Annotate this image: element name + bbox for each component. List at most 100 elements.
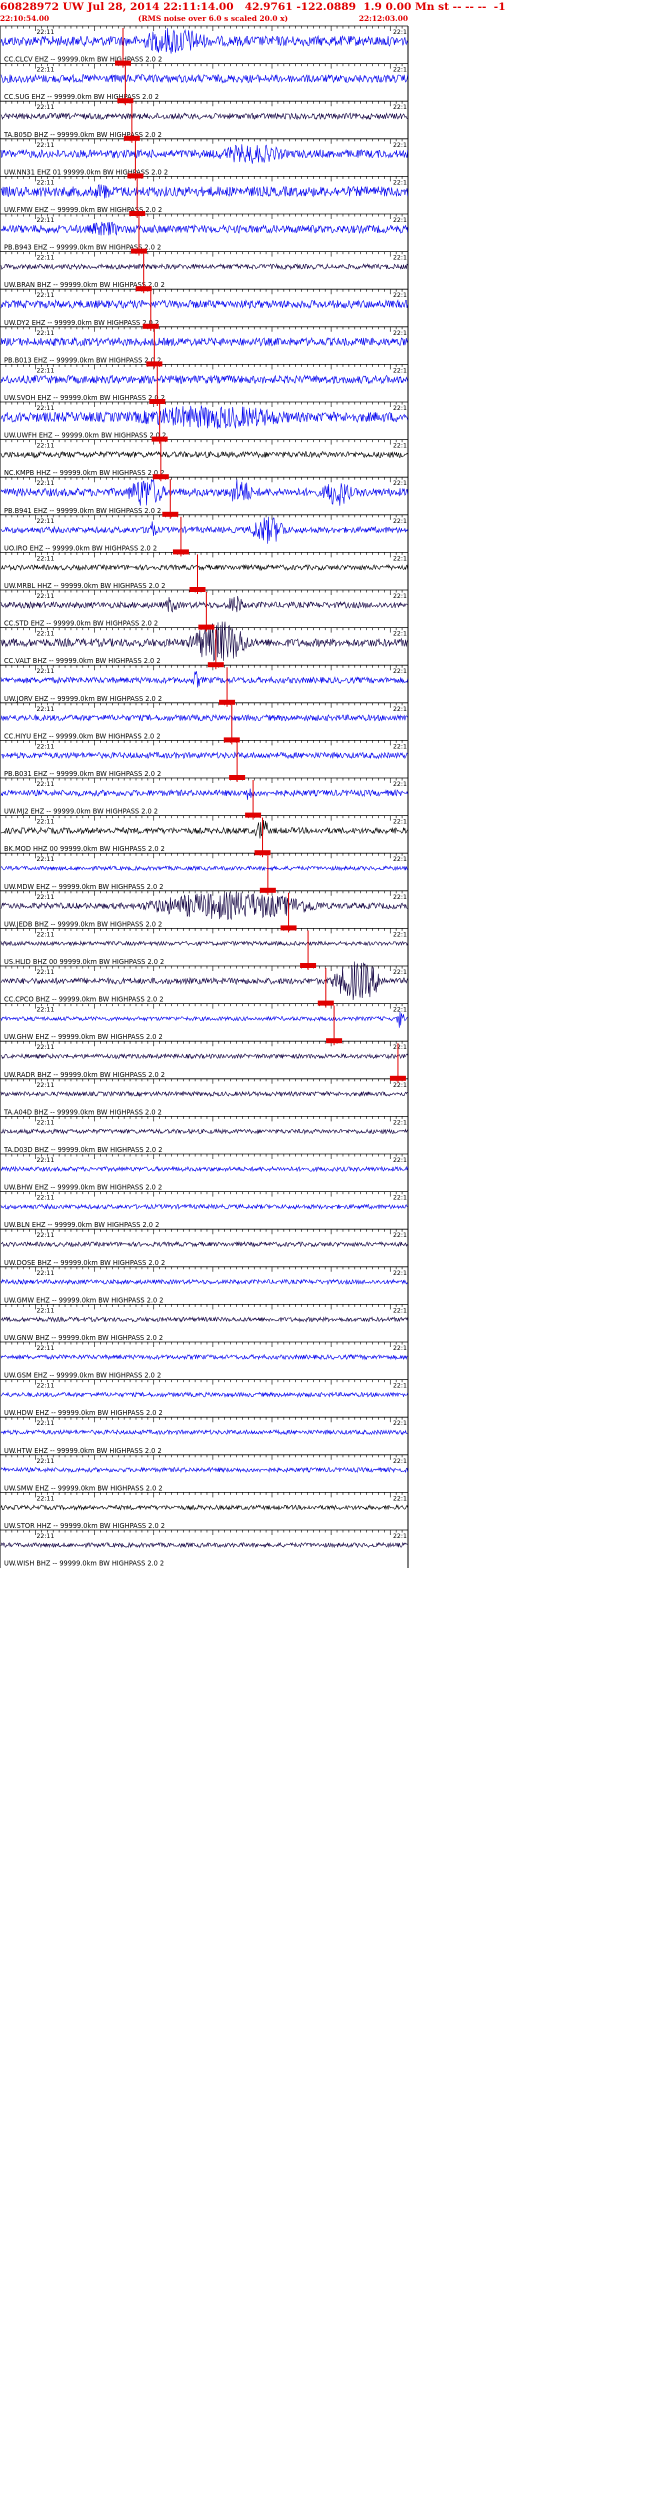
tick-label-right: 22:1 <box>393 1119 407 1126</box>
tick-label: 22:11 <box>36 1082 54 1089</box>
phase-pick-marker <box>189 587 206 592</box>
tick-label: 22:11 <box>36 706 54 713</box>
station-label: UW.GNW BHZ -- 99999.0km BW HIGHPASS 2.0 … <box>4 1334 163 1342</box>
station-label: CC.STD EHZ -- 99999.0km BW HIGHPASS 2.0 … <box>4 620 158 628</box>
waveform-trace <box>0 405 408 429</box>
waveform-trace <box>0 1429 408 1436</box>
tick-label-right: 22:1 <box>393 1270 407 1277</box>
station-label: US.HLID BHZ 00 99999.0km BW HIGHPASS 2.0… <box>4 958 164 966</box>
tick-label-right: 22:1 <box>393 179 407 186</box>
tick-label: 22:11 <box>36 255 54 262</box>
tick-label-right: 22:1 <box>393 1157 407 1164</box>
tick-label-right: 22:1 <box>393 292 407 299</box>
tick-label: 22:11 <box>36 179 54 186</box>
phase-pick-marker <box>152 474 169 480</box>
waveform-trace <box>0 1128 408 1135</box>
phase-pick-marker <box>198 624 215 630</box>
tick-label-right: 22:1 <box>393 1383 407 1390</box>
station-label: UW.GHW EHZ -- 99999.0km BW HIGHPASS 2.0 … <box>4 1033 163 1041</box>
station-label: UW.DOSE BHZ -- 99999.0km BW HIGHPASS 2.0… <box>4 1259 165 1267</box>
tick-label-right: 22:1 <box>393 1345 407 1352</box>
station-label: UW.SMW EHZ -- 99999.0km BW HIGHPASS 2.0 … <box>4 1484 163 1492</box>
waveform-trace <box>0 28 408 54</box>
tick-label: 22:11 <box>36 292 54 299</box>
tick-label: 22:11 <box>36 67 54 74</box>
station-label: NC.KMPB HHZ -- 99999.0km BW HIGHPASS 2.0… <box>4 469 164 477</box>
phase-pick-marker <box>142 323 159 329</box>
tick-label-right: 22:1 <box>393 1044 407 1051</box>
station-label: UW.BHW EHZ -- 99999.0km BW HIGHPASS 2.0 … <box>4 1184 162 1192</box>
station-label: PB.B013 EHZ -- 99999.0km BW HIGHPASS 2.0… <box>4 356 161 364</box>
station-label: UW.GMW EHZ -- 99999.0km BW HIGHPASS 2.0 … <box>4 1296 163 1304</box>
phase-pick-marker <box>129 211 146 216</box>
tick-label-right: 22:1 <box>393 518 407 525</box>
phase-pick-marker <box>172 549 189 555</box>
station-label: BK.MOD HHZ 00 99999.0km BW HIGHPASS 2.0 … <box>4 845 165 853</box>
seismogram-plot: 22:11 22:1 CC.CLCV EHZ -- 99999.0km BW HIG… <box>0 25 409 1568</box>
station-label: UW.BLN EHZ -- 99999.0km BW HIGHPASS 2.0 … <box>4 1221 159 1229</box>
station-label: UW.JORV EHZ -- 99999.0km BW HIGHPASS 2.0… <box>4 695 162 703</box>
tick-label: 22:11 <box>36 819 54 826</box>
waveform-trace <box>0 1391 408 1398</box>
tick-label: 22:11 <box>36 743 54 750</box>
phase-pick-marker <box>229 775 246 780</box>
station-label: UW.MDW EHZ -- 99999.0km BW HIGHPASS 2.0 … <box>4 883 163 891</box>
phase-pick-marker <box>151 436 168 442</box>
tick-label-right: 22:1 <box>393 631 407 638</box>
tick-label-right: 22:1 <box>393 931 407 938</box>
tick-label-right: 22:1 <box>393 969 407 976</box>
waveform-trace <box>0 73 408 84</box>
waveform-trace <box>0 1165 408 1173</box>
tick-label: 22:11 <box>36 631 54 638</box>
station-label: CC.VALT BHZ -- 99999.0km BW HIGHPASS 2.0… <box>4 657 161 665</box>
waveform-trace <box>0 892 408 920</box>
station-label: PB.B941 EHZ -- 99999.0km BW HIGHPASS 2.0… <box>4 507 161 515</box>
waveform-trace <box>0 479 408 506</box>
tick-label-right: 22:1 <box>393 743 407 750</box>
tick-label: 22:11 <box>36 142 54 149</box>
waveform-trace <box>0 961 408 1001</box>
station-label: UW.JEDB BHZ -- 99999.0km BW HIGHPASS 2.0… <box>4 920 162 928</box>
phase-pick-marker <box>326 1038 343 1044</box>
waveform-trace <box>0 865 408 872</box>
tick-label: 22:11 <box>36 1458 54 1465</box>
station-label: UO.IRO EHZ -- 99999.0km BW HIGHPASS 2.0 … <box>4 544 157 552</box>
tick-label: 22:11 <box>36 480 54 487</box>
phase-pick-marker <box>146 361 163 367</box>
tick-label-right: 22:1 <box>393 217 407 224</box>
phase-pick-marker <box>135 286 152 292</box>
waveform-trace <box>0 1203 408 1210</box>
waveform-trace <box>0 1090 408 1098</box>
station-label: UW.UWFH EHZ -- 99999.0km BW HIGHPASS 2.0… <box>4 432 166 440</box>
tick-label: 22:11 <box>36 1007 54 1014</box>
station-label: TA.D03D BHZ -- 99999.0km BW HIGHPASS 2.0… <box>3 1146 162 1154</box>
tick-label: 22:11 <box>36 931 54 938</box>
station-label: UW.HDW EHZ -- 99999.0km BW HIGHPASS 2.0 … <box>4 1409 163 1417</box>
tick-label-right: 22:1 <box>393 819 407 826</box>
tick-label-right: 22:1 <box>393 67 407 74</box>
tick-label: 22:11 <box>36 1119 54 1126</box>
waveform-trace <box>0 671 408 688</box>
station-label: UW.WISH BHZ -- 99999.0km BW HIGHPASS 2.0… <box>4 1560 164 1568</box>
waveform-trace <box>0 1466 408 1474</box>
waveform-trace <box>0 1541 408 1549</box>
tick-label: 22:11 <box>36 1307 54 1314</box>
tick-label: 22:11 <box>36 405 54 412</box>
station-label: TA.A04D BHZ -- 99999.0km BW HIGHPASS 2.0… <box>3 1108 162 1116</box>
waveform-trace <box>1 1240 408 1248</box>
phase-pick-marker <box>300 963 317 968</box>
waveform-trace <box>0 374 408 385</box>
phase-pick-marker <box>117 98 134 104</box>
waveform-trace <box>0 1316 408 1323</box>
tick-label-right: 22:1 <box>393 480 407 487</box>
tick-label: 22:11 <box>36 894 54 901</box>
tick-label-right: 22:1 <box>393 894 407 901</box>
tick-label-right: 22:1 <box>393 1458 407 1465</box>
waveform-trace <box>0 1353 408 1361</box>
tick-label: 22:11 <box>36 1270 54 1277</box>
tick-label-right: 22:1 <box>393 856 407 863</box>
phase-pick-marker <box>114 60 131 66</box>
waveform-trace <box>0 940 408 947</box>
tick-label: 22:11 <box>36 1383 54 1390</box>
tick-label: 22:11 <box>36 443 54 450</box>
